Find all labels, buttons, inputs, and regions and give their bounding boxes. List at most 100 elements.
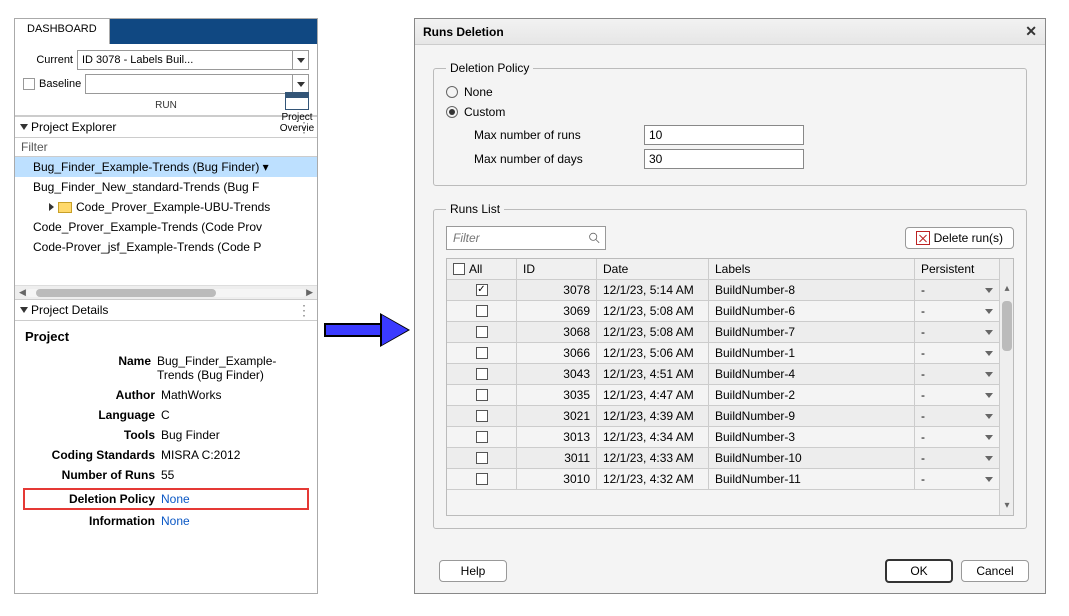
chevron-down-icon[interactable] xyxy=(985,456,993,461)
chevron-down-icon[interactable] xyxy=(985,477,993,482)
table-row[interactable]: 302112/1/23, 4:39 AMBuildNumber-9- xyxy=(447,406,999,427)
row-persistent[interactable]: - xyxy=(915,343,999,363)
row-checkbox[interactable] xyxy=(476,284,488,296)
chevron-down-icon[interactable] xyxy=(985,393,993,398)
table-row[interactable]: 301112/1/23, 4:33 AMBuildNumber-10- xyxy=(447,448,999,469)
row-checkbox[interactable] xyxy=(476,410,488,422)
col-persistent[interactable]: Persistent xyxy=(915,259,999,279)
expand-icon[interactable] xyxy=(49,203,54,211)
col-labels[interactable]: Labels xyxy=(709,259,915,279)
row-check-cell[interactable] xyxy=(447,343,517,363)
row-checkbox[interactable] xyxy=(476,305,488,317)
delete-runs-button[interactable]: Delete run(s) xyxy=(905,227,1014,249)
tree-item[interactable]: Bug_Finder_New_standard-Trends (Bug F xyxy=(15,177,317,197)
project-overview-button[interactable]: Project Overvie xyxy=(276,92,318,134)
row-check-cell[interactable] xyxy=(447,406,517,426)
row-checkbox[interactable] xyxy=(476,326,488,338)
col-all[interactable]: All xyxy=(447,259,517,279)
row-check-cell[interactable] xyxy=(447,280,517,300)
row-persistent[interactable]: - xyxy=(915,280,999,300)
chevron-down-icon[interactable] xyxy=(292,75,308,93)
max-runs-input[interactable] xyxy=(644,125,804,145)
name-key: Name xyxy=(25,354,151,382)
row-persistent[interactable]: - xyxy=(915,301,999,321)
project-details-header[interactable]: Project Details ⋮ xyxy=(15,299,317,321)
tree-item[interactable]: Code_Prover_Example-UBU-Trends xyxy=(15,197,317,217)
runs-filter[interactable] xyxy=(446,226,606,250)
row-persistent[interactable]: - xyxy=(915,406,999,426)
vertical-scrollbar[interactable]: ▴ ▾ xyxy=(999,259,1013,515)
runs-filter-input[interactable] xyxy=(451,230,588,246)
project-explorer-header[interactable]: Project Explorer ⋮ xyxy=(15,116,317,138)
radio-icon xyxy=(446,106,458,118)
col-date[interactable]: Date xyxy=(597,259,709,279)
row-checkbox[interactable] xyxy=(476,368,488,380)
table-row[interactable]: 301012/1/23, 4:32 AMBuildNumber-11- xyxy=(447,469,999,490)
chevron-down-icon[interactable] xyxy=(985,309,993,314)
row-checkbox[interactable] xyxy=(476,452,488,464)
information-link[interactable]: None xyxy=(161,514,190,528)
chevron-down-icon[interactable] xyxy=(985,414,993,419)
col-all-label: All xyxy=(469,262,482,276)
table-row[interactable]: 301312/1/23, 4:34 AMBuildNumber-3- xyxy=(447,427,999,448)
chevron-down-icon[interactable] xyxy=(985,372,993,377)
table-row[interactable]: 303512/1/23, 4:47 AMBuildNumber-2- xyxy=(447,385,999,406)
search-icon xyxy=(588,231,601,245)
kebab-icon[interactable]: ⋮ xyxy=(297,305,311,315)
row-persistent[interactable]: - xyxy=(915,364,999,384)
row-checkbox[interactable] xyxy=(476,431,488,443)
row-check-cell[interactable] xyxy=(447,301,517,321)
row-checkbox[interactable] xyxy=(476,347,488,359)
max-days-input[interactable] xyxy=(644,149,804,169)
cancel-button[interactable]: Cancel xyxy=(961,560,1029,582)
row-id: 3066 xyxy=(517,343,597,363)
help-button[interactable]: Help xyxy=(439,560,507,582)
chevron-down-icon[interactable] xyxy=(985,330,993,335)
chevron-down-icon[interactable] xyxy=(985,351,993,356)
tree-item[interactable]: Code_Prover_Example-Trends (Code Prov xyxy=(15,217,317,237)
close-icon[interactable]: ✕ xyxy=(1025,23,1037,40)
table-row[interactable]: 306912/1/23, 5:08 AMBuildNumber-6- xyxy=(447,301,999,322)
current-run-combo[interactable]: ID 3078 - Labels Buil... xyxy=(77,50,309,70)
row-persistent[interactable]: - xyxy=(915,322,999,342)
chevron-down-icon[interactable] xyxy=(292,51,308,69)
row-label: BuildNumber-7 xyxy=(709,322,915,342)
baseline-run-combo[interactable] xyxy=(85,74,309,94)
row-check-cell[interactable] xyxy=(447,427,517,447)
radio-custom-label: Custom xyxy=(464,105,505,119)
col-id[interactable]: ID xyxy=(517,259,597,279)
table-row[interactable]: 304312/1/23, 4:51 AMBuildNumber-4- xyxy=(447,364,999,385)
row-checkbox[interactable] xyxy=(476,389,488,401)
row-persistent[interactable]: - xyxy=(915,385,999,405)
row-persistent[interactable]: - xyxy=(915,448,999,468)
deletion-policy-link[interactable]: None xyxy=(161,490,190,508)
row-checkbox[interactable] xyxy=(476,473,488,485)
ok-button[interactable]: OK xyxy=(885,559,953,583)
row-check-cell[interactable] xyxy=(447,364,517,384)
row-check-cell[interactable] xyxy=(447,448,517,468)
scrollbar-thumb[interactable] xyxy=(1002,301,1012,351)
select-all-checkbox[interactable] xyxy=(453,263,465,275)
table-row[interactable]: 307812/1/23, 5:14 AMBuildNumber-8- xyxy=(447,280,999,301)
radio-none[interactable]: None xyxy=(446,85,1014,99)
chevron-down-icon[interactable] xyxy=(985,435,993,440)
tree-item-label: Code_Prover_Example-Trends (Code Prov xyxy=(33,220,262,234)
chevron-down-icon[interactable]: ▾ xyxy=(259,160,268,174)
row-check-cell[interactable] xyxy=(447,469,517,489)
row-persistent[interactable]: - xyxy=(915,469,999,489)
horizontal-scrollbar[interactable]: ◀ ▶ xyxy=(15,285,317,299)
tree-item[interactable]: Code-Prover_jsf_Example-Trends (Code P xyxy=(15,237,317,257)
baseline-checkbox[interactable] xyxy=(23,78,35,90)
row-check-cell[interactable] xyxy=(447,385,517,405)
row-persistent[interactable]: - xyxy=(915,427,999,447)
table-row[interactable]: 306612/1/23, 5:06 AMBuildNumber-1- xyxy=(447,343,999,364)
scrollbar-thumb[interactable] xyxy=(36,289,216,297)
chevron-down-icon[interactable] xyxy=(985,288,993,293)
row-date: 12/1/23, 4:51 AM xyxy=(597,364,709,384)
table-row[interactable]: 306812/1/23, 5:08 AMBuildNumber-7- xyxy=(447,322,999,343)
explorer-filter[interactable]: Filter xyxy=(15,138,317,157)
radio-custom[interactable]: Custom xyxy=(446,105,1014,119)
tree-item[interactable]: Bug_Finder_Example-Trends (Bug Finder) ▾ xyxy=(15,157,317,177)
tab-dashboard[interactable]: DASHBOARD xyxy=(15,19,110,44)
row-check-cell[interactable] xyxy=(447,322,517,342)
